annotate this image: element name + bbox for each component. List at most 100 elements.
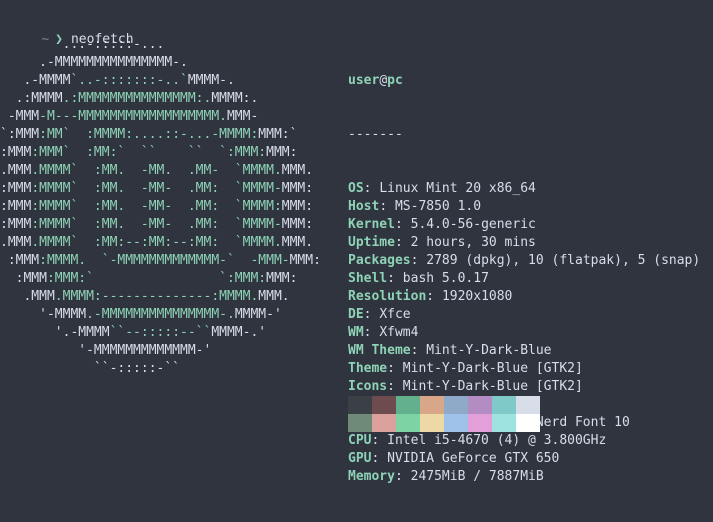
info-row: Resolution: 1920x1080 bbox=[348, 288, 700, 306]
logo-line: ...-:::::-... bbox=[0, 36, 321, 54]
info-label: Host bbox=[348, 199, 380, 214]
logo-line: .:MMMM.:MMMMMMMMMMMMMMM:.MMMM:. bbox=[0, 90, 321, 108]
logo-line: :MMM:MMM` :MM:` `` `` `:MMM:MMM: bbox=[0, 144, 321, 162]
logo-segment: MMM: bbox=[281, 181, 314, 196]
info-row: OS: Linux Mint 20 x86_64 bbox=[348, 180, 700, 198]
logo-segment: :MMM bbox=[0, 217, 32, 232]
info-colon: : bbox=[379, 199, 395, 214]
palette-swatch bbox=[492, 414, 516, 432]
info-colon: : bbox=[363, 307, 380, 322]
info-row: Host: MS-7850 1.0 bbox=[348, 198, 700, 216]
info-value: Mint-Y-Dark-Blue [GTK2] bbox=[402, 361, 583, 376]
logo-segment: .-MMMM bbox=[0, 73, 71, 88]
logo-segment: .MMM bbox=[0, 163, 32, 178]
logo-line: .MMM.MMMM:--------------:MMMM.MMM. bbox=[0, 288, 321, 306]
logo-segment: ...-:::::-... bbox=[0, 37, 227, 52]
color-palette bbox=[348, 396, 540, 432]
logo-line: .MMM.MMMM` :MM. -MM. .MM- `MMMM.MMM. bbox=[0, 162, 321, 180]
logo-segment: .-MMMMMMMMMMMMMMM-. bbox=[0, 55, 227, 70]
palette-swatch bbox=[444, 414, 468, 432]
logo-segment: '.-MMMM bbox=[0, 325, 110, 340]
logo-segment: MMM: bbox=[289, 253, 321, 268]
info-label: CPU bbox=[348, 433, 372, 448]
logo-line: '-MMMM.-MMMMMMMMMMMMMMM-.MMMM-' bbox=[0, 306, 321, 324]
logo-segment: :MMMM` :MM. -MM- .MM: `MMMM- bbox=[31, 217, 282, 232]
info-value: Mint-Y-Dark-Blue bbox=[426, 343, 552, 358]
info-value: MS-7850 1.0 bbox=[394, 199, 482, 214]
palette-normal-row bbox=[348, 396, 540, 414]
info-row: Shell: bash 5.0.17 bbox=[348, 270, 700, 288]
logo-segment: :MMM bbox=[0, 253, 40, 268]
logo-segment: .-MMMMMMMMMMMMMMM-. bbox=[86, 307, 235, 322]
logo-segment: :MMM bbox=[0, 271, 47, 286]
logo-segment: .:MMMM bbox=[0, 91, 63, 106]
info-label: Shell bbox=[348, 271, 388, 286]
info-label: Icons bbox=[348, 379, 388, 394]
info-value: Intel i5-4670 (4) @ 3.800GHz bbox=[387, 433, 607, 448]
distro-ascii-logo: ...-:::::-... .-MMMMMMMMMMMMMMM-. .-MMMM… bbox=[0, 36, 321, 378]
logo-line: :MMM:MMMM` :MM. -MM- .MM: `MMMM-MMM: bbox=[0, 216, 321, 234]
info-colon: : bbox=[387, 379, 403, 394]
palette-swatch bbox=[420, 414, 444, 432]
header-separator: ------- bbox=[348, 127, 403, 142]
info-colon: : bbox=[394, 469, 411, 484]
info-value: 1920x1080 bbox=[441, 289, 513, 304]
info-value: 2475MiB / 7887MiB bbox=[410, 469, 544, 484]
palette-bright-row bbox=[348, 414, 540, 432]
info-row: WM Theme: Mint-Y-Dark-Blue bbox=[348, 342, 700, 360]
info-label: WM bbox=[348, 325, 364, 340]
user-host-line: user@pc bbox=[348, 72, 700, 90]
info-label: WM Theme bbox=[348, 343, 411, 358]
palette-swatch bbox=[516, 396, 540, 414]
logo-line: `:MMM:MM` :MMMM:....::-...-MMMM:MMM:` bbox=[0, 126, 321, 144]
logo-segment: :MMM` :MM:` `` `` `:MMM: bbox=[31, 145, 267, 160]
info-label: DE bbox=[348, 307, 364, 322]
logo-segment: `..-:::::::-..` bbox=[70, 73, 188, 88]
info-row: DE: Xfce bbox=[348, 306, 700, 324]
palette-swatch bbox=[516, 414, 540, 432]
logo-line: .-MMMMMMMMMMMMMMM-. bbox=[0, 54, 321, 72]
logo-segment: '-MMMM bbox=[0, 307, 87, 322]
info-colon: : bbox=[410, 343, 427, 358]
logo-line: ``-:::::-`` bbox=[0, 360, 321, 378]
info-colon: : bbox=[371, 451, 388, 466]
info-colon: : bbox=[394, 217, 411, 232]
logo-segment: :MMM:` `:MMM: bbox=[46, 271, 267, 286]
logo-segment: `:MMM bbox=[0, 127, 40, 142]
info-colon: : bbox=[426, 289, 442, 304]
info-value: Linux Mint 20 x86_64 bbox=[379, 181, 536, 196]
palette-swatch bbox=[468, 396, 492, 414]
logo-segment: .MMMM` :MM. -MM. .MM- `MMMM. bbox=[31, 163, 282, 178]
info-row: Packages: 2789 (dpkg), 10 (flatpak), 5 (… bbox=[348, 252, 700, 270]
logo-segment: .:MMMMMMMMMMMMMMM:. bbox=[62, 91, 212, 106]
palette-swatch bbox=[492, 396, 516, 414]
info-value: bash 5.0.17 bbox=[402, 271, 489, 286]
logo-segment: '-MMMMMMMMMMMMM-' bbox=[0, 343, 212, 358]
info-colon: : bbox=[371, 433, 388, 448]
logo-segment: MMM:` bbox=[258, 127, 298, 142]
logo-line: :MMM:MMMM` :MM. -MM- .MM: `MMMM-MMM: bbox=[0, 180, 321, 198]
info-colon: : bbox=[387, 361, 403, 376]
info-colon: : bbox=[410, 253, 427, 268]
info-colon: : bbox=[363, 181, 380, 196]
info-value: NVIDIA GeForce GTX 650 bbox=[387, 451, 560, 466]
hostname: pc bbox=[387, 73, 403, 88]
logo-line: '-MMMMMMMMMMMMM-' bbox=[0, 342, 321, 360]
logo-segment: .MMMM` :MM:--:MM:--:MM: `MMMM. bbox=[31, 235, 282, 250]
info-label: Kernel bbox=[348, 217, 395, 232]
info-list: OS: Linux Mint 20 x86_64 Host: MS-7850 1.… bbox=[348, 180, 700, 486]
info-label: GPU bbox=[348, 451, 372, 466]
info-label: OS bbox=[348, 181, 364, 196]
username: user bbox=[348, 73, 380, 88]
info-value: 5.4.0-56-generic bbox=[410, 217, 536, 232]
logo-segment: :MMM bbox=[0, 181, 32, 196]
logo-segment: ``-:::::-`` bbox=[0, 361, 181, 376]
palette-swatch bbox=[348, 414, 372, 432]
terminal-window[interactable]: ~ ❯ neofetch ...-:::::-... .-MMMMMMMMMMMMM… bbox=[0, 0, 713, 484]
palette-swatch bbox=[396, 414, 420, 432]
info-row: Kernel: 5.4.0-56-generic bbox=[348, 216, 700, 234]
logo-segment: :MMMM` :MM. -MM- .MM: `MMMM- bbox=[31, 181, 282, 196]
palette-swatch bbox=[420, 396, 444, 414]
palette-swatch bbox=[348, 396, 372, 414]
info-value: Xfwm4 bbox=[379, 325, 419, 340]
